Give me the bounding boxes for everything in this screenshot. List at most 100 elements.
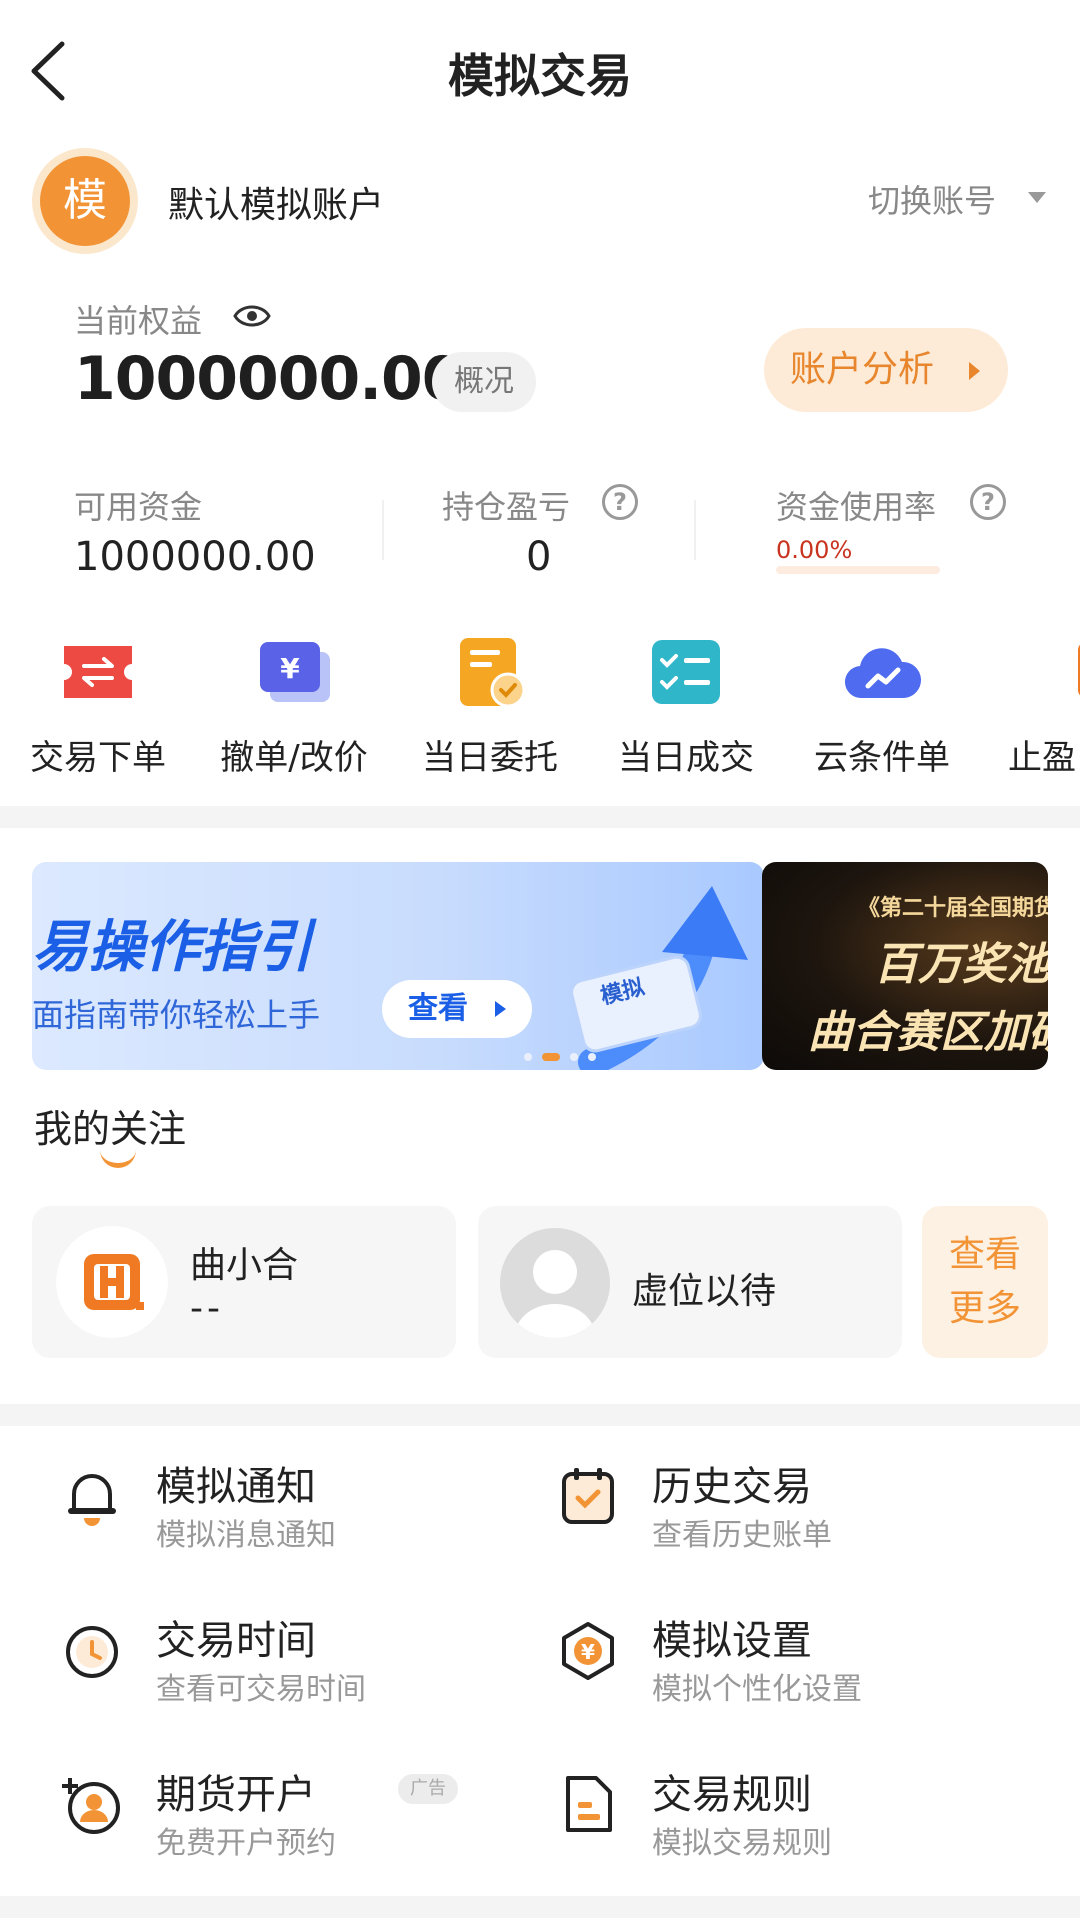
position-pnl-value: 0 bbox=[526, 534, 552, 580]
follow-name: 曲小合 bbox=[190, 1245, 299, 1286]
switch-account-button[interactable]: 切换账号 bbox=[868, 176, 996, 222]
fund-usage-value: 0.00% bbox=[776, 536, 853, 564]
contest-banner-line1: 《第二十届全国期货 bbox=[858, 895, 1048, 921]
follow-card-placeholder[interactable]: 虚位以待 bbox=[478, 1206, 902, 1358]
guide-banner[interactable]: 易操作指引 面指南带你轻松上手 查看 模拟 bbox=[32, 862, 764, 1070]
carousel-dot bbox=[570, 1053, 578, 1061]
account-name: 默认模拟账户 bbox=[168, 185, 385, 226]
action-label: 撤单/改价 bbox=[220, 738, 368, 778]
menu-title: 历史交易 bbox=[652, 1464, 812, 1510]
equity-value: 1000000.00 bbox=[74, 344, 464, 414]
banner-subtitle: 面指南带你轻松上手 bbox=[32, 996, 321, 1034]
menu-title: 交易规则 bbox=[652, 1772, 812, 1818]
stat-divider bbox=[694, 500, 696, 560]
bottom-divider bbox=[0, 1896, 1080, 1918]
calendar-check-icon bbox=[562, 1468, 614, 1524]
add-user-icon bbox=[62, 1778, 120, 1834]
action-cloud-conditional-order[interactable]: 云条件单 bbox=[802, 630, 962, 780]
menu-simulation-settings[interactable]: ¥ 模拟设置 模拟个性化设置 bbox=[556, 1608, 1036, 1728]
view-more-button[interactable]: 查看 更多 bbox=[922, 1206, 1048, 1358]
caret-down-icon[interactable] bbox=[1028, 192, 1046, 203]
fund-usage-label: 资金使用率 bbox=[776, 488, 937, 526]
contest-banner[interactable]: 《第二十届全国期货 百万奖池 曲合赛区加研 bbox=[762, 862, 1048, 1070]
ad-badge: 广告 bbox=[398, 1774, 458, 1804]
carousel-dot-active bbox=[542, 1053, 560, 1061]
document-check-icon bbox=[460, 638, 526, 708]
menu-trading-hours[interactable]: 交易时间 查看可交易时间 bbox=[60, 1608, 540, 1728]
menu-trade-history[interactable]: 历史交易 查看历史账单 bbox=[556, 1454, 1036, 1574]
title-underline bbox=[100, 1150, 136, 1168]
action-label: 当日委托 bbox=[422, 738, 558, 778]
menu-subtitle: 模拟交易规则 bbox=[652, 1826, 832, 1861]
fund-usage-bar bbox=[776, 566, 940, 574]
view-more-line1: 查看 bbox=[948, 1234, 1021, 1275]
checklist-icon bbox=[652, 640, 720, 704]
contest-banner-line3: 曲合赛区加研 bbox=[808, 1007, 1048, 1058]
rules-document-icon bbox=[566, 1776, 612, 1832]
default-avatar-icon bbox=[500, 1228, 610, 1338]
menu-title: 模拟通知 bbox=[156, 1464, 316, 1510]
menu-trading-rules[interactable]: 交易规则 模拟交易规则 bbox=[556, 1762, 1036, 1882]
section-divider bbox=[0, 1404, 1080, 1426]
menu-futures-account-opening[interactable]: 期货开户 广告 免费开户预约 bbox=[60, 1762, 540, 1882]
action-cancel-modify[interactable]: ¥ 撤单/改价 bbox=[214, 630, 374, 780]
stop-profit-icon bbox=[1078, 644, 1080, 696]
menu-subtitle: 免费开户预约 bbox=[156, 1826, 336, 1861]
yuan-hexagon-icon: ¥ bbox=[562, 1622, 614, 1680]
exchange-ticket-icon bbox=[64, 646, 132, 698]
banner-view-label: 查看 bbox=[408, 991, 468, 1026]
action-label: 云条件单 bbox=[814, 738, 950, 778]
action-label: 止盈 bbox=[1008, 738, 1076, 778]
menu-subtitle: 查看可交易时间 bbox=[156, 1672, 366, 1707]
bell-icon bbox=[68, 1474, 116, 1526]
follow-placeholder-name: 虚位以待 bbox=[632, 1271, 777, 1312]
available-funds-value: 1000000.00 bbox=[74, 534, 316, 580]
carousel-dots bbox=[524, 1046, 606, 1065]
svg-text:¥: ¥ bbox=[280, 652, 300, 685]
menu-simulation-notice[interactable]: 模拟通知 模拟消息通知 bbox=[60, 1454, 540, 1574]
action-stop-profit[interactable]: 止盈 bbox=[998, 630, 1080, 780]
top-nav-bar: 模拟交易 bbox=[0, 0, 1080, 140]
banner-title: 易操作指引 bbox=[32, 915, 312, 980]
yuan-card-icon: ¥ bbox=[260, 642, 330, 702]
action-today-trades[interactable]: 当日成交 bbox=[606, 630, 766, 780]
view-more-line2: 更多 bbox=[948, 1288, 1021, 1329]
action-label: 交易下单 bbox=[30, 738, 166, 778]
overview-button[interactable]: 概况 bbox=[432, 352, 536, 412]
contest-banner-line2: 百万奖池 bbox=[874, 939, 1048, 990]
menu-subtitle: 模拟个性化设置 bbox=[652, 1672, 862, 1707]
account-analysis-label: 账户分析 bbox=[790, 349, 935, 390]
equity-label: 当前权益 bbox=[74, 302, 203, 340]
arrow-up-illustration bbox=[570, 886, 748, 1070]
help-icon[interactable]: ? bbox=[602, 484, 638, 520]
section-divider bbox=[0, 806, 1080, 828]
available-funds-label: 可用资金 bbox=[74, 488, 203, 526]
brand-logo-icon bbox=[56, 1226, 168, 1338]
stat-divider bbox=[382, 500, 384, 560]
follow-value: -- bbox=[190, 1288, 224, 1329]
page-title: 模拟交易 bbox=[448, 49, 632, 103]
carousel-dot bbox=[588, 1053, 596, 1061]
cloud-trend-icon bbox=[844, 648, 922, 699]
follow-card-quxiaohe[interactable]: 曲小合 -- bbox=[32, 1206, 456, 1358]
menu-title: 期货开户 bbox=[156, 1772, 316, 1818]
action-label: 当日成交 bbox=[618, 738, 754, 778]
menu-subtitle: 查看历史账单 bbox=[652, 1518, 832, 1553]
account-avatar: 模 bbox=[32, 148, 138, 254]
account-analysis-button[interactable]: 账户分析 bbox=[764, 328, 1008, 412]
position-pnl-label: 持仓盈亏 bbox=[442, 488, 571, 526]
help-icon[interactable]: ? bbox=[970, 484, 1006, 520]
menu-title: 模拟设置 bbox=[652, 1618, 812, 1664]
menu-subtitle: 模拟消息通知 bbox=[156, 1518, 336, 1553]
account-avatar-char: 模 bbox=[40, 156, 130, 246]
action-today-orders[interactable]: 当日委托 bbox=[410, 630, 570, 780]
eye-icon[interactable] bbox=[232, 298, 272, 334]
caret-right-icon bbox=[495, 1001, 506, 1017]
action-place-order[interactable]: 交易下单 bbox=[18, 630, 178, 780]
menu-title: 交易时间 bbox=[156, 1618, 316, 1664]
banner-view-button[interactable]: 查看 bbox=[382, 980, 532, 1038]
my-follows-title: 我的关注 bbox=[34, 1107, 187, 1151]
clock-icon bbox=[66, 1626, 118, 1678]
caret-right-icon bbox=[969, 362, 980, 380]
svg-text:¥: ¥ bbox=[581, 1640, 595, 1664]
